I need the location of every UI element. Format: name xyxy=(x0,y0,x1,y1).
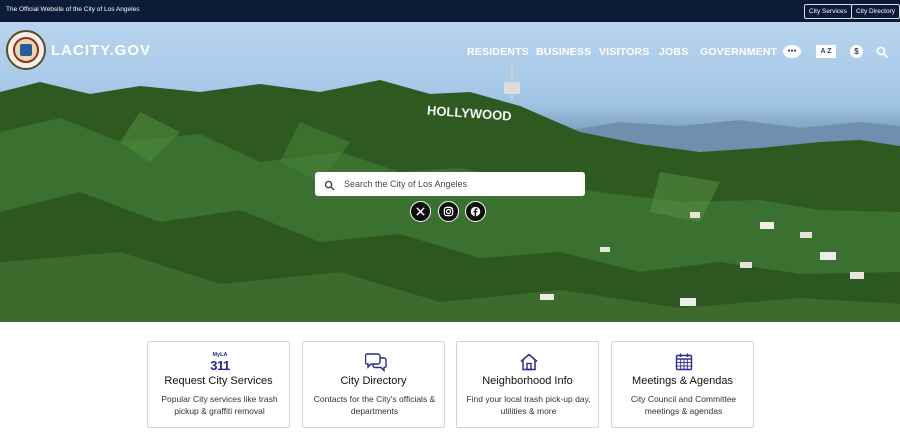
myla311-logo: MyLA 311 xyxy=(208,352,232,374)
site-logo-text[interactable]: LACITY.GOV xyxy=(51,42,151,59)
language-icon-glyph: ●●● xyxy=(787,48,797,54)
search-input[interactable] xyxy=(344,175,574,193)
seal-core xyxy=(20,44,32,56)
neighborhood-info-card[interactable]: Neighborhood Info Find your local trash … xyxy=(456,341,599,428)
official-website-text: The Official Website of the City of Los … xyxy=(6,6,140,13)
card-title: City Directory xyxy=(340,375,407,387)
nav-government[interactable]: GOVERNMENT xyxy=(700,46,777,58)
311-text: 311 xyxy=(210,358,230,373)
card-description: Contacts for the City's officials & depa… xyxy=(313,394,436,416)
city-services-button[interactable]: City Services xyxy=(804,4,852,19)
home-icon xyxy=(519,352,539,372)
chat-bubbles-icon xyxy=(364,352,387,373)
search-icon[interactable] xyxy=(876,45,888,58)
x-icon[interactable] xyxy=(410,201,431,222)
page: The Official Website of the City of Los … xyxy=(0,0,900,436)
a-to-z-icon[interactable]: A Z xyxy=(816,45,836,58)
card-description: City Council and Committee meetings & ag… xyxy=(630,394,737,416)
city-directory-button[interactable]: City Directory xyxy=(851,4,900,19)
card-description: Find your local trash pick-up day, utili… xyxy=(466,394,591,416)
nav-residents[interactable]: RESIDENTS xyxy=(467,46,529,58)
nav-business[interactable]: BUSINESS xyxy=(536,46,591,58)
card-description: Popular City services like trash pickup … xyxy=(161,394,278,416)
city-directory-card[interactable]: City Directory Contacts for the City's o… xyxy=(302,341,445,428)
language-icon[interactable]: ●●● xyxy=(783,45,801,58)
city-seal-logo[interactable] xyxy=(6,30,46,70)
official-site-bar: The Official Website of the City of Los … xyxy=(0,0,900,22)
card-title: Meetings & Agendas xyxy=(632,375,733,387)
instagram-icon[interactable] xyxy=(438,201,459,222)
payment-icon[interactable]: $ xyxy=(850,45,863,58)
card-title: Neighborhood Info xyxy=(482,375,573,387)
search-field-icon xyxy=(324,178,335,191)
meetings-agendas-card[interactable]: Meetings & Agendas City Council and Comm… xyxy=(611,341,754,428)
card-title: Request City Services xyxy=(164,375,273,387)
calendar-icon xyxy=(674,352,694,372)
nav-jobs[interactable]: JOBS xyxy=(659,46,688,58)
nav-visitors[interactable]: VISITORS xyxy=(599,46,649,58)
site-search[interactable] xyxy=(315,172,585,196)
request-city-services-card[interactable]: MyLA 311 Request City Services Popular C… xyxy=(147,341,290,428)
facebook-icon[interactable] xyxy=(465,201,486,222)
